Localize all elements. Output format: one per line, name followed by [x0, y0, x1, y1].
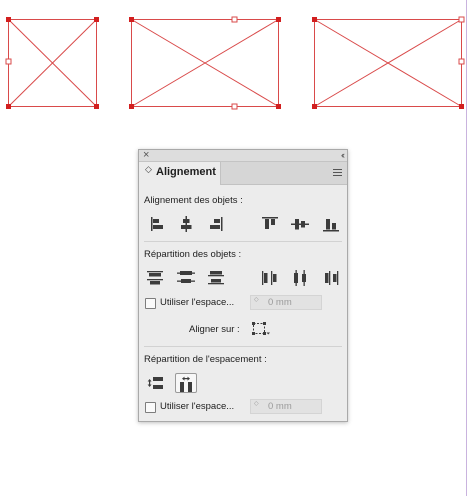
align-left-edges-button[interactable] — [146, 214, 168, 234]
distribute-top-edges-icon — [147, 271, 163, 285]
section-divider — [144, 346, 342, 347]
section-title-distribute-objects: Répartition des objets : — [144, 249, 242, 260]
align-top-edges-icon — [262, 217, 278, 229]
distribute-horizontal-centers-icon — [294, 270, 306, 286]
spacing-value-2: 0 mm — [268, 401, 292, 412]
align-bottom-edges-icon — [323, 219, 339, 232]
section-divider — [144, 241, 342, 242]
spacing-input[interactable]: ◇ 0 mm — [250, 295, 322, 310]
distribute-left-edges-button[interactable] — [259, 268, 281, 288]
align-vertical-centers-button[interactable] — [289, 214, 311, 234]
align-top-edges-button[interactable] — [259, 214, 281, 234]
align-vertical-centers-icon — [291, 219, 309, 230]
distribute-vertical-space-button[interactable] — [144, 373, 166, 393]
distribute-vertical-space-icon — [147, 377, 163, 389]
distribute-bottom-edges-button[interactable] — [205, 268, 227, 288]
alignment-panel: × ‹‹ ◇ Alignement Alignement des objets … — [138, 149, 348, 422]
empty-graphic-frame-2[interactable] — [131, 19, 279, 107]
spinner-arrows-icon[interactable]: ◇ — [254, 297, 259, 303]
section-title-distribute-spacing: Répartition de l'espacement : — [144, 354, 267, 365]
empty-graphic-frame-1[interactable] — [8, 19, 97, 107]
selection-handles[interactable] — [5, 16, 465, 110]
align-to-selection-icon — [252, 322, 270, 335]
distribute-horizontal-space-button[interactable] — [175, 373, 197, 393]
align-bottom-edges-button[interactable] — [320, 214, 342, 234]
align-on-label: Aligner sur : — [189, 324, 240, 335]
distribute-left-edges-icon — [262, 271, 277, 285]
tab-label: Alignement — [156, 166, 216, 178]
page-edge-guide — [466, 0, 467, 496]
align-target-dropdown[interactable] — [251, 321, 271, 337]
spacing-input-2[interactable]: ◇ 0 mm — [250, 399, 322, 414]
distribute-top-edges-button[interactable] — [144, 268, 166, 288]
distribute-right-edges-icon — [325, 271, 339, 285]
use-spacing-checkbox[interactable] — [145, 298, 156, 309]
close-icon[interactable]: × — [143, 148, 149, 162]
tab-alignement[interactable]: ◇ Alignement — [139, 162, 221, 185]
panel-title-bar[interactable]: × ‹‹ — [139, 148, 347, 162]
distribute-vertical-centers-button[interactable] — [175, 268, 197, 288]
use-spacing-label-2: Utiliser l'espace... — [160, 401, 235, 412]
section-title-align-objects: Alignement des objets : — [144, 195, 243, 206]
panel-menu-icon[interactable] — [333, 169, 342, 178]
align-right-edges-icon — [210, 217, 223, 231]
align-horizontal-centers-button[interactable] — [175, 214, 197, 234]
spacing-value: 0 mm — [268, 297, 292, 308]
distribute-bottom-edges-icon — [208, 271, 224, 285]
empty-graphic-frame-3[interactable] — [314, 19, 462, 107]
collapse-panel-icon[interactable]: ‹‹ — [341, 148, 345, 162]
align-right-edges-button[interactable] — [205, 214, 227, 234]
distribute-horizontal-centers-button[interactable] — [289, 268, 311, 288]
distribute-right-edges-button[interactable] — [320, 268, 342, 288]
expand-collapse-chevron-icon[interactable]: ◇ — [145, 165, 152, 174]
spinner-arrows-icon[interactable]: ◇ — [254, 401, 259, 407]
align-left-edges-icon — [151, 217, 163, 231]
panel-tab-row: ◇ Alignement — [139, 162, 347, 185]
align-horizontal-centers-icon — [181, 216, 192, 232]
use-spacing-checkbox-2[interactable] — [145, 402, 156, 413]
use-spacing-label: Utiliser l'espace... — [160, 297, 235, 308]
distribute-vertical-centers-icon — [177, 271, 195, 283]
distribute-horizontal-space-icon — [180, 376, 192, 392]
